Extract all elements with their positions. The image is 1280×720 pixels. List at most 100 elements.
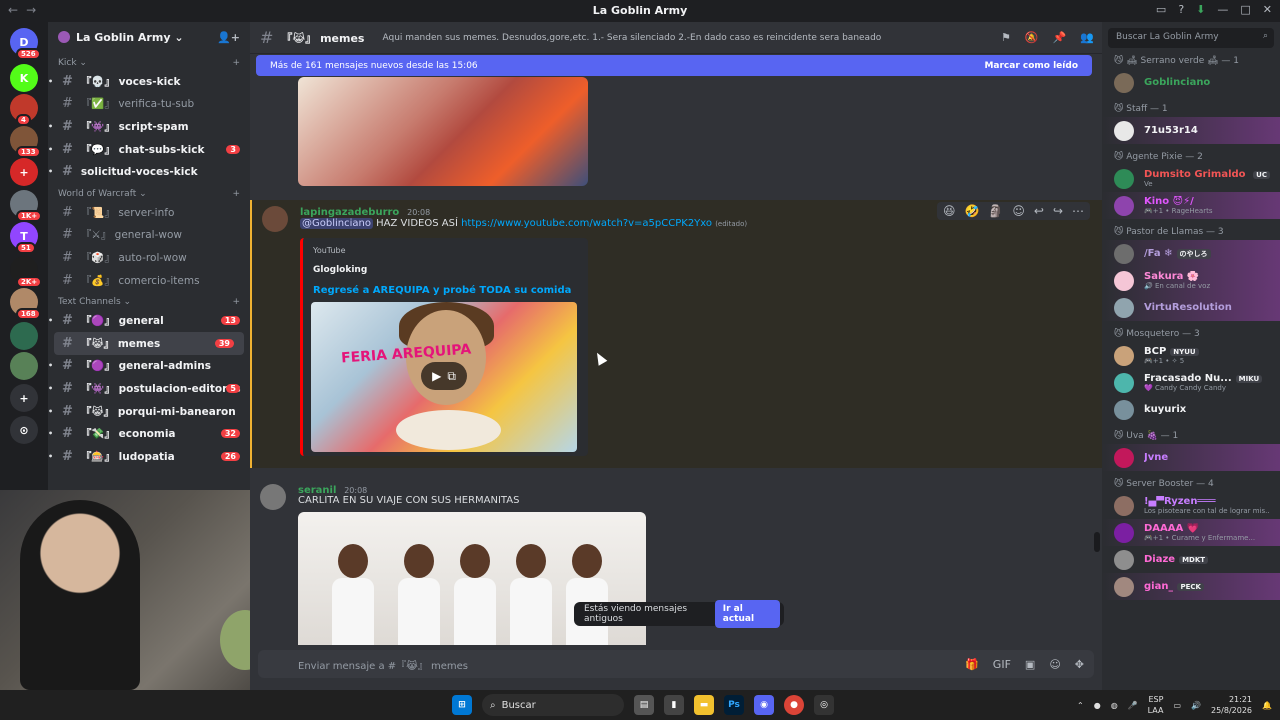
- message-image[interactable]: [298, 77, 588, 186]
- server-icon[interactable]: T 51: [10, 222, 38, 254]
- language-indicator[interactable]: ESP LAA: [1148, 694, 1164, 716]
- avatar[interactable]: [260, 484, 286, 510]
- channel-item[interactable]: # 『😹』 memes 39: [54, 331, 244, 355]
- add-server-icon[interactable]: +: [10, 384, 38, 412]
- tray-app-icon[interactable]: ◍: [1111, 701, 1118, 710]
- member-item[interactable]: Diaze MDKT: [1102, 546, 1280, 573]
- play-button[interactable]: ▶ ⧉: [421, 362, 467, 390]
- threads-icon[interactable]: ⚑: [1001, 31, 1011, 44]
- embed-provider[interactable]: YouTube: [313, 246, 578, 255]
- explore-icon[interactable]: ⊙: [10, 416, 38, 444]
- network-icon[interactable]: ▭: [1173, 701, 1181, 710]
- server-icon[interactable]: +: [10, 158, 38, 186]
- channel-item[interactable]: • # solicitud-voces-kick: [48, 160, 250, 183]
- server-icon[interactable]: [10, 352, 38, 380]
- maximize-icon[interactable]: □: [1240, 3, 1250, 16]
- member-item[interactable]: kuyurix: [1102, 396, 1280, 423]
- server-icon[interactable]: 4: [10, 94, 38, 126]
- member-item[interactable]: !▄▀Ryzen═══ Los pisoteare con tal de logr…: [1102, 492, 1280, 519]
- start-icon[interactable]: ⊞: [452, 695, 472, 715]
- reply-icon[interactable]: ↩: [1034, 204, 1044, 218]
- channel-item[interactable]: # 『⚔』 general-wow: [48, 224, 250, 247]
- member-item[interactable]: gian_ PECK: [1102, 573, 1280, 600]
- channel-item[interactable]: • # 『🟣』 general-admins: [48, 355, 250, 378]
- channel-item[interactable]: # 『📜』 server-info: [48, 201, 250, 224]
- member-item[interactable]: DAAAA 💗 🎮+1 • Curame y Enfermame...: [1102, 519, 1280, 546]
- server-icon[interactable]: 133: [10, 126, 41, 158]
- add-channel-icon[interactable]: +: [232, 297, 240, 307]
- member-item[interactable]: Sakura 🌸 🔊 En canal de voz: [1102, 267, 1280, 294]
- user-mention[interactable]: @Goblinciano: [300, 218, 373, 229]
- member-list-icon[interactable]: 👥: [1080, 31, 1094, 44]
- gif-icon[interactable]: GIF: [993, 658, 1011, 671]
- invite-icon[interactable]: 👤+: [217, 31, 240, 44]
- notifications-icon[interactable]: 🔔: [1262, 701, 1272, 710]
- mark-as-read-button[interactable]: Marcar como leído: [984, 61, 1078, 71]
- youtube-link[interactable]: https://www.youtube.com/watch?v=a5pCCPK2…: [461, 218, 712, 229]
- channel-item[interactable]: • # 『💸』 economia 32: [48, 422, 250, 445]
- category-wow[interactable]: World of Warcraft ⌄ +: [48, 183, 250, 201]
- member-item[interactable]: Fracasado Nu... MIKU 💜 Candy Candy Candy: [1102, 369, 1280, 396]
- member-item[interactable]: Goblinciano: [1102, 69, 1280, 96]
- more-icon[interactable]: ⋯: [1072, 204, 1084, 218]
- member-item[interactable]: /Fa ❄ のやしろ: [1102, 240, 1280, 267]
- photoshop-icon[interactable]: Ps: [724, 695, 744, 715]
- volume-icon[interactable]: 🔊: [1191, 701, 1201, 710]
- guild-header[interactable]: La Goblin Army ⌄ 👤+: [48, 22, 250, 52]
- member-item[interactable]: Kino 😈⚡/🎮+1 • RageHearts: [1102, 192, 1280, 219]
- apps-icon[interactable]: ✥: [1075, 658, 1084, 671]
- avatar[interactable]: [262, 206, 288, 232]
- add-channel-icon[interactable]: +: [232, 58, 240, 68]
- server-icon[interactable]: D 526: [10, 28, 41, 60]
- tray-app-icon[interactable]: ●: [1094, 701, 1101, 710]
- emoji-icon[interactable]: ☺: [1049, 658, 1060, 671]
- message-composer[interactable]: Enviar mensaje a #『😹』 memes 🎁 GIF ▣ ☺ ✥: [258, 650, 1094, 678]
- member-item[interactable]: Jvne: [1102, 444, 1280, 471]
- category-text[interactable]: Text Channels ⌄ +: [48, 291, 250, 309]
- server-icon[interactable]: 1K+: [10, 190, 43, 222]
- category-kick[interactable]: Kick ⌄ +: [48, 52, 250, 70]
- help-icon[interactable]: ?: [1178, 3, 1184, 16]
- embed-title[interactable]: Regresé a AREQUIPA y probé TODA su comid…: [313, 285, 578, 296]
- add-reaction-icon[interactable]: ☺: [1012, 204, 1025, 218]
- channel-item[interactable]: • # 『💬』 chat-subs-kick 3: [48, 138, 250, 161]
- taskbar-search[interactable]: ⌕ Buscar: [482, 694, 624, 716]
- clock[interactable]: 21:21 25/8/2026: [1211, 694, 1252, 716]
- download-icon[interactable]: ⬇: [1196, 3, 1205, 16]
- add-channel-icon[interactable]: +: [232, 189, 240, 199]
- forward-icon[interactable]: ↪: [1053, 204, 1063, 218]
- member-item[interactable]: VirtuResolution: [1102, 294, 1280, 321]
- channel-item[interactable]: • # 『🟣』 general 13: [48, 309, 250, 332]
- server-icon[interactable]: K: [10, 64, 38, 92]
- sticker-icon[interactable]: ▣: [1025, 658, 1035, 671]
- inbox-icon[interactable]: ▭: [1156, 3, 1166, 16]
- channel-item[interactable]: • # 『👾』 script-spam: [48, 115, 250, 138]
- channel-item[interactable]: # 『💰』 comercio-items: [48, 269, 250, 292]
- video-thumbnail[interactable]: FERIA AREQUIPA ▶ ⧉: [311, 302, 577, 452]
- jump-to-present-button[interactable]: Ir al actual: [714, 600, 780, 628]
- obs-icon[interactable]: ◎: [814, 695, 834, 715]
- member-item[interactable]: 71u53r14: [1102, 117, 1280, 144]
- channel-topic[interactable]: Aqui manden sus memes. Desnudos,gore,etc…: [382, 33, 881, 43]
- server-icon[interactable]: [10, 322, 38, 350]
- tray-expand-icon[interactable]: ⌃: [1077, 701, 1084, 710]
- member-item[interactable]: BCP NYUU 🎮+1 • ✧ 5: [1102, 342, 1280, 369]
- search-input[interactable]: Buscar La Goblin Army ⌕: [1108, 28, 1274, 48]
- new-messages-bar[interactable]: Más de 161 mensajes nuevos desde las 15:…: [256, 55, 1092, 76]
- pin-icon[interactable]: 📌: [1053, 31, 1067, 44]
- channel-item[interactable]: • # 『🎰』 ludopatia 26: [48, 445, 250, 468]
- mute-icon[interactable]: 🔕: [1025, 31, 1039, 44]
- task-view-icon[interactable]: ▤: [634, 695, 654, 715]
- channel-item[interactable]: • # 『👾』 postulacion-editores 5: [48, 377, 250, 400]
- member-item[interactable]: Dumsito Grimaldo ... UC Ve: [1102, 165, 1280, 192]
- channel-item[interactable]: • # 『💀』 voces-kick: [48, 70, 250, 93]
- discord-icon[interactable]: ◉: [754, 695, 774, 715]
- mic-icon[interactable]: 🎤: [1128, 701, 1138, 710]
- channel-item[interactable]: # 『🎲』 auto-rol-wow: [48, 246, 250, 269]
- embed-author[interactable]: Glogloking: [313, 265, 578, 275]
- close-icon[interactable]: ✕: [1263, 3, 1272, 16]
- file-explorer-icon[interactable]: ▬: [694, 695, 714, 715]
- scrollbar[interactable]: [1094, 532, 1100, 552]
- server-icon[interactable]: 2K+: [10, 256, 43, 288]
- reaction-custom-icon[interactable]: 🗿: [988, 204, 1003, 218]
